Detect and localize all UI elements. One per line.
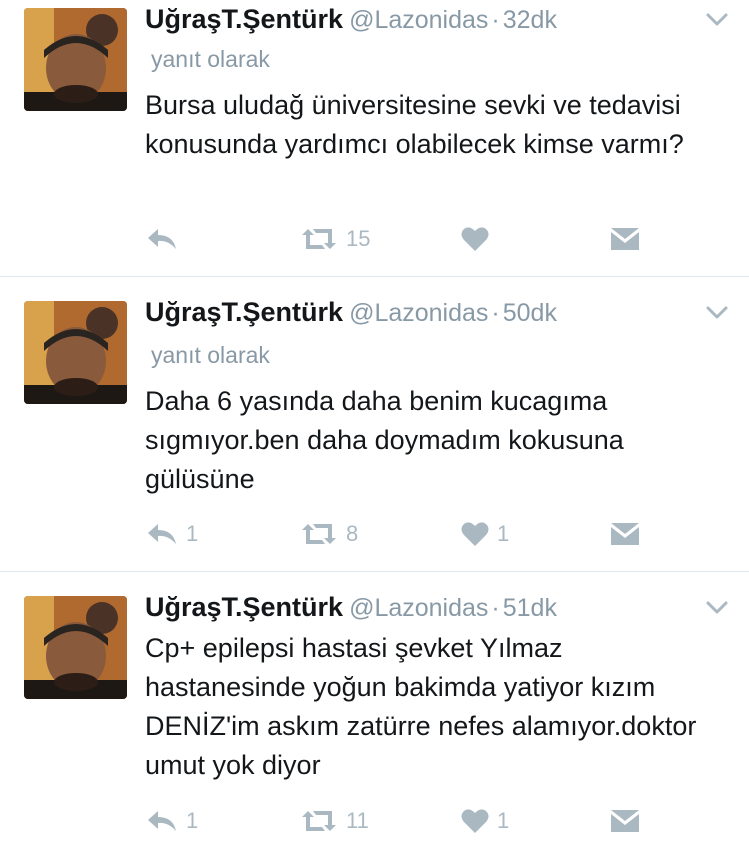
user-handle[interactable]: @Lazonidas <box>349 299 488 327</box>
retweet-icon <box>302 524 336 544</box>
avatar[interactable] <box>24 301 127 404</box>
heart-icon <box>461 227 489 251</box>
tweet[interactable]: UğraşT.Şentürk @Lazonidas · 50dk yanıt olar… <box>0 277 749 571</box>
tweet[interactable]: UğraşT.Şentürk @Lazonidas · 32dk yanıt olar… <box>0 0 749 276</box>
tweet-actions: 1 8 1 <box>0 514 749 554</box>
direct-message-button[interactable] <box>610 514 640 554</box>
avatar-photo <box>24 596 127 699</box>
avatar[interactable] <box>24 596 127 699</box>
tweet-header: UğraşT.Şentürk @Lazonidas · 50dk <box>145 297 557 331</box>
timestamp[interactable]: 50dk <box>503 299 557 327</box>
like-count: 1 <box>497 521 510 546</box>
like-button[interactable]: 1 <box>461 801 509 841</box>
replying-to-label[interactable]: yanıt olarak <box>151 342 270 369</box>
tweet-header: UğraşT.Şentürk @Lazonidas · 32dk <box>145 4 557 38</box>
reply-icon <box>148 524 176 544</box>
like-button[interactable]: 1 <box>461 514 509 554</box>
avatar-photo <box>24 8 127 111</box>
direct-message-button[interactable] <box>610 801 640 841</box>
tweet-actions: 1 11 1 <box>0 801 749 841</box>
tweet[interactable]: UğraşT.Şentürk @Lazonidas · 51dk Cp+ epilep… <box>0 572 749 852</box>
reply-icon <box>148 811 176 831</box>
timestamp[interactable]: 32dk <box>503 6 557 34</box>
envelope-icon <box>611 228 639 250</box>
reply-button[interactable]: 1 <box>146 801 198 841</box>
display-name[interactable]: UğraşT.Şentürk <box>145 592 343 622</box>
reply-button[interactable]: 1 <box>146 514 198 554</box>
like-button[interactable] <box>461 219 497 259</box>
tweet-text: Cp+ epilepsi hastasi şevket Yılmaz hasta… <box>145 633 697 780</box>
display-name[interactable]: UğraşT.Şentürk <box>145 297 343 327</box>
display-name[interactable]: UğraşT.Şentürk <box>145 4 343 34</box>
retweet-count: 8 <box>346 521 359 546</box>
separator: · <box>491 299 500 327</box>
retweet-button[interactable]: 11 <box>300 801 369 841</box>
retweet-icon <box>302 229 336 249</box>
tweet-header: UğraşT.Şentürk @Lazonidas · 51dk <box>145 592 557 626</box>
reply-button[interactable] <box>146 219 186 259</box>
heart-icon <box>461 522 489 546</box>
tweet-text: Daha 6 yasında daha benim kucagıma sıgmı… <box>145 386 624 494</box>
retweet-button[interactable]: 15 <box>300 219 370 259</box>
separator: · <box>491 594 500 622</box>
user-handle[interactable]: @Lazonidas <box>349 594 488 622</box>
timeline: UğraşT.Şentürk @Lazonidas · 32dk yanıt olar… <box>0 0 749 852</box>
envelope-icon <box>611 523 639 545</box>
timestamp[interactable]: 51dk <box>503 594 557 622</box>
reply-icon <box>148 229 176 249</box>
tweet-text: Bursa uludağ üniversitesine sevki ve ted… <box>145 90 684 159</box>
user-handle[interactable]: @Lazonidas <box>349 6 488 34</box>
retweet-count: 15 <box>346 226 371 251</box>
retweet-count: 11 <box>346 808 369 833</box>
direct-message-button[interactable] <box>610 219 640 259</box>
chevron-down-icon[interactable] <box>705 12 729 28</box>
avatar-photo <box>24 301 127 404</box>
tweet-actions: 15 <box>0 219 749 259</box>
separator: · <box>491 6 500 34</box>
retweet-icon <box>302 811 336 831</box>
heart-icon <box>461 809 489 833</box>
envelope-icon <box>611 810 639 832</box>
avatar[interactable] <box>24 8 127 111</box>
like-count: 1 <box>497 808 510 833</box>
replying-to-label[interactable]: yanıt olarak <box>151 46 270 73</box>
chevron-down-icon[interactable] <box>705 305 729 321</box>
retweet-button[interactable]: 8 <box>300 514 358 554</box>
chevron-down-icon[interactable] <box>705 600 729 616</box>
reply-count: 1 <box>186 808 199 833</box>
reply-count: 1 <box>186 521 199 546</box>
